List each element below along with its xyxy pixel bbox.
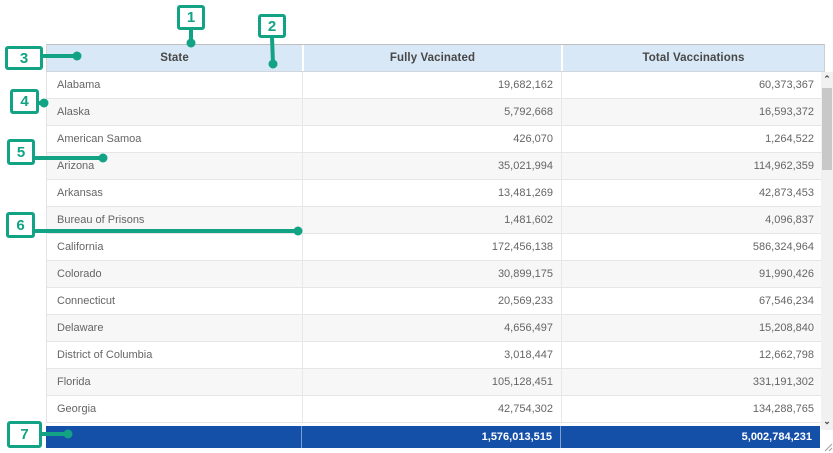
cell-fully-vaccinated: 19,682,162 [302, 72, 561, 98]
callout-3: 3 [5, 46, 43, 70]
chevron-up-icon: ⌃ [823, 74, 831, 84]
cell-state: Colorado [47, 261, 302, 287]
table-body: Alabama 19,682,162 60,373,367 Alaska 5,7… [46, 72, 822, 423]
callout-5: 5 [7, 139, 35, 165]
table-row[interactable]: Arizona 35,021,994 114,962,359 [47, 153, 822, 180]
cell-fully-vaccinated: 20,569,233 [302, 288, 561, 314]
scroll-up-button[interactable]: ⌃ [821, 72, 833, 88]
chevron-down-icon: ⌄ [823, 416, 831, 426]
column-header-total-vaccinations[interactable]: Total Vaccinations [561, 45, 824, 71]
cell-total-vaccinations: 60,373,367 [561, 72, 822, 98]
totals-state-cell [46, 426, 301, 448]
cell-fully-vaccinated: 30,899,175 [302, 261, 561, 287]
column-header-fully-vaccinated[interactable]: Fully Vacinated [302, 45, 561, 71]
totals-fully-vaccinated: 1,576,013,515 [301, 426, 560, 448]
cell-total-vaccinations: 4,096,837 [561, 207, 822, 233]
cell-state: Florida [47, 369, 302, 395]
cell-total-vaccinations: 12,662,798 [561, 342, 822, 368]
callout-1: 1 [177, 5, 205, 30]
column-header-state[interactable]: State [47, 45, 302, 71]
cell-fully-vaccinated: 105,128,451 [302, 369, 561, 395]
totals-row: 1,576,013,515 5,002,784,231 [46, 426, 820, 448]
cell-state: Connecticut [47, 288, 302, 314]
cell-total-vaccinations: 42,873,453 [561, 180, 822, 206]
cell-state: District of Columbia [47, 342, 302, 368]
cell-fully-vaccinated: 5,792,668 [302, 99, 561, 125]
callout-6: 6 [6, 212, 35, 238]
cell-state: Arkansas [47, 180, 302, 206]
cell-fully-vaccinated: 4,656,497 [302, 315, 561, 341]
cell-state: Bureau of Prisons [47, 207, 302, 233]
scrollbar-thumb[interactable] [822, 88, 832, 170]
callout-7: 7 [7, 421, 42, 448]
table-row[interactable]: Colorado 30,899,175 91,990,426 [47, 261, 822, 288]
cell-total-vaccinations: 67,546,234 [561, 288, 822, 314]
cell-state: California [47, 234, 302, 260]
cell-state: Delaware [47, 315, 302, 341]
table-row[interactable]: Arkansas 13,481,269 42,873,453 [47, 180, 822, 207]
table-row[interactable]: Florida 105,128,451 331,191,302 [47, 369, 822, 396]
scroll-down-button[interactable]: ⌄ [821, 414, 833, 430]
cell-total-vaccinations: 1,264,522 [561, 126, 822, 152]
cell-total-vaccinations: 16,593,372 [561, 99, 822, 125]
cell-fully-vaccinated: 426,070 [302, 126, 561, 152]
table-row[interactable]: Alabama 19,682,162 60,373,367 [47, 72, 822, 99]
cell-total-vaccinations: 134,288,765 [561, 396, 822, 422]
cell-total-vaccinations: 586,324,964 [561, 234, 822, 260]
callout-2: 2 [258, 14, 286, 38]
callout-4: 4 [10, 89, 39, 114]
table-row[interactable]: District of Columbia 3,018,447 12,662,79… [47, 342, 822, 369]
cell-state: Arizona [47, 153, 302, 179]
table-row[interactable]: Delaware 4,656,497 15,208,840 [47, 315, 822, 342]
cell-fully-vaccinated: 35,021,994 [302, 153, 561, 179]
totals-total-vaccinations: 5,002,784,231 [560, 426, 820, 448]
annotated-table-screenshot: State Fully Vacinated Total Vaccinations… [0, 0, 833, 453]
cell-fully-vaccinated: 42,754,302 [302, 396, 561, 422]
cell-state: American Samoa [47, 126, 302, 152]
cell-state: Alabama [47, 72, 302, 98]
cell-fully-vaccinated: 3,018,447 [302, 342, 561, 368]
table-row[interactable]: American Samoa 426,070 1,264,522 [47, 126, 822, 153]
table-row[interactable]: Bureau of Prisons 1,481,602 4,096,837 [47, 207, 822, 234]
cell-total-vaccinations: 91,990,426 [561, 261, 822, 287]
vertical-scrollbar[interactable]: ⌃ ⌄ [821, 72, 833, 430]
table-row[interactable]: Alaska 5,792,668 16,593,372 [47, 99, 822, 126]
cell-total-vaccinations: 331,191,302 [561, 369, 822, 395]
table-header-row: State Fully Vacinated Total Vaccinations [46, 44, 825, 72]
cell-fully-vaccinated: 1,481,602 [302, 207, 561, 233]
cell-fully-vaccinated: 172,456,138 [302, 234, 561, 260]
cell-state: Alaska [47, 99, 302, 125]
cell-total-vaccinations: 15,208,840 [561, 315, 822, 341]
cell-fully-vaccinated: 13,481,269 [302, 180, 561, 206]
table-row[interactable]: Georgia 42,754,302 134,288,765 [47, 396, 822, 423]
cell-state: Georgia [47, 396, 302, 422]
cell-total-vaccinations: 114,962,359 [561, 153, 822, 179]
resize-grip-icon [824, 443, 833, 452]
table-row[interactable]: Connecticut 20,569,233 67,546,234 [47, 288, 822, 315]
table-row[interactable]: California 172,456,138 586,324,964 [47, 234, 822, 261]
